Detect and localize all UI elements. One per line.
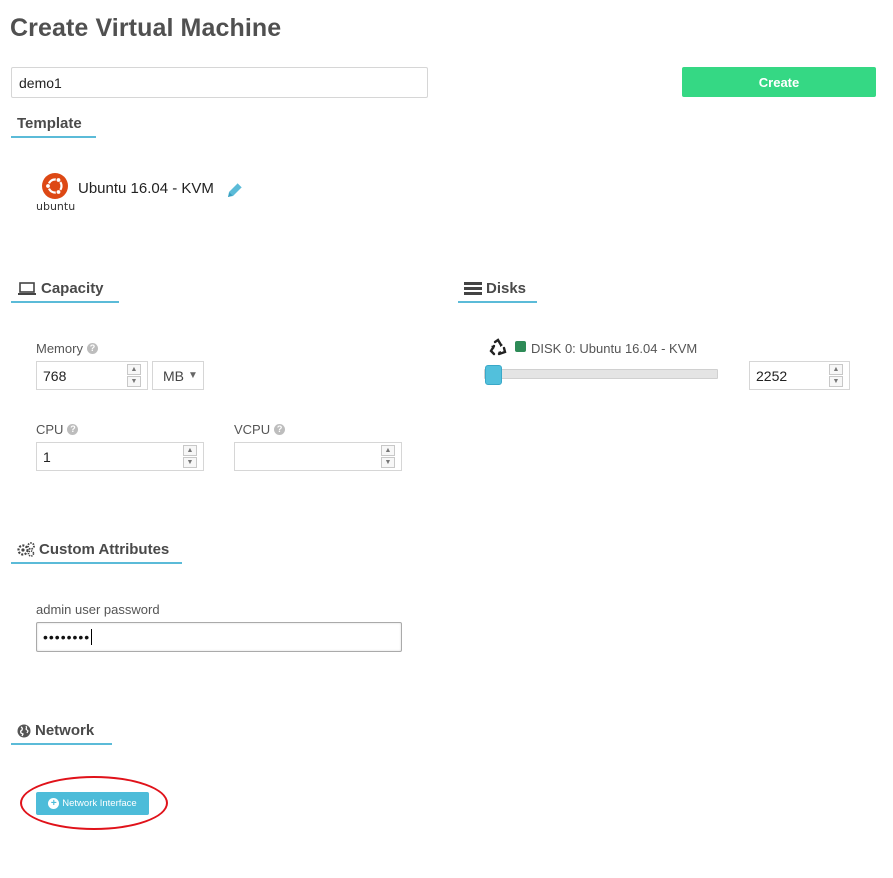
disk-size-slider[interactable] xyxy=(484,365,718,385)
memory-unit-value: MB xyxy=(163,367,184,384)
stepper-down-icon[interactable]: ▼ xyxy=(829,376,843,387)
page-title: Create Virtual Machine xyxy=(10,14,282,42)
memory-label-row: Memory ? xyxy=(36,341,98,356)
help-icon[interactable]: ? xyxy=(67,424,79,435)
vm-name-value: demo1 xyxy=(19,74,62,91)
stepper-down-icon[interactable]: ▼ xyxy=(127,376,141,387)
vcpu-stepper[interactable]: ▲ ▼ xyxy=(381,445,395,468)
cpu-stepper[interactable]: ▲ ▼ xyxy=(183,445,197,468)
stepper-up-icon[interactable]: ▲ xyxy=(381,445,395,456)
text-caret xyxy=(91,629,93,645)
stepper-down-icon[interactable]: ▼ xyxy=(183,457,197,468)
memory-unit-select[interactable]: MB ▼ xyxy=(152,361,204,390)
admin-password-label: admin user password xyxy=(36,602,160,617)
template-section-header: Template xyxy=(11,115,96,138)
cpu-value: 1 xyxy=(43,448,51,465)
custom-attributes-header-label: Custom Attributes xyxy=(39,541,170,558)
cogs-icon xyxy=(17,542,35,557)
network-section-header: Network xyxy=(11,722,112,745)
recycle-icon[interactable] xyxy=(488,338,508,358)
password-mask: •••••••• xyxy=(43,629,91,645)
disk-size-value: 2252 xyxy=(756,367,788,384)
network-header-label: Network xyxy=(35,722,95,739)
disk-size-input[interactable]: 2252 ▲ ▼ xyxy=(749,361,850,390)
cpu-label-row: CPU ? xyxy=(36,422,79,437)
memory-label: Memory xyxy=(36,341,83,356)
help-icon[interactable]: ? xyxy=(86,343,98,354)
memory-value: 768 xyxy=(43,367,67,384)
stepper-up-icon[interactable]: ▲ xyxy=(829,364,843,375)
vcpu-label-row: VCPU ? xyxy=(234,422,286,437)
ubuntu-logo: ubuntu xyxy=(34,172,78,214)
ubuntu-logo-text: ubuntu xyxy=(36,200,76,213)
create-button[interactable]: Create xyxy=(682,67,876,97)
disks-section-header: Disks xyxy=(458,280,537,303)
stepper-up-icon[interactable]: ▲ xyxy=(183,445,197,456)
vm-name-input[interactable]: demo1 xyxy=(11,67,428,98)
highlight-annotation xyxy=(20,776,168,830)
slider-handle[interactable] xyxy=(485,365,502,385)
capacity-section-header: Capacity xyxy=(11,280,119,303)
disk-label: DISK 0: Ubuntu 16.04 - KVM xyxy=(531,341,698,356)
list-icon xyxy=(464,282,482,295)
caret-down-icon: ▼ xyxy=(188,370,198,381)
template-header-label: Template xyxy=(17,115,82,132)
custom-attributes-section-header: Custom Attributes xyxy=(11,541,182,564)
disk-status-indicator xyxy=(515,341,526,352)
capacity-header-label: Capacity xyxy=(41,280,104,297)
admin-password-input[interactable]: •••••••• xyxy=(36,622,402,652)
pencil-icon[interactable] xyxy=(225,180,245,200)
disks-header-label: Disks xyxy=(486,280,527,297)
template-name: Ubuntu 16.04 - KVM xyxy=(78,180,214,197)
help-icon[interactable]: ? xyxy=(274,424,286,435)
vcpu-label: VCPU xyxy=(234,422,271,437)
laptop-icon xyxy=(17,281,37,296)
globe-icon xyxy=(17,724,31,738)
stepper-down-icon[interactable]: ▼ xyxy=(381,457,395,468)
vcpu-input[interactable]: ▲ ▼ xyxy=(234,442,402,471)
cpu-input[interactable]: 1 ▲ ▼ xyxy=(36,442,204,471)
memory-stepper[interactable]: ▲ ▼ xyxy=(127,364,141,387)
stepper-up-icon[interactable]: ▲ xyxy=(127,364,141,375)
cpu-label: CPU xyxy=(36,422,64,437)
memory-input[interactable]: 768 ▲ ▼ xyxy=(36,361,148,390)
disk-size-stepper[interactable]: ▲ ▼ xyxy=(829,364,843,387)
